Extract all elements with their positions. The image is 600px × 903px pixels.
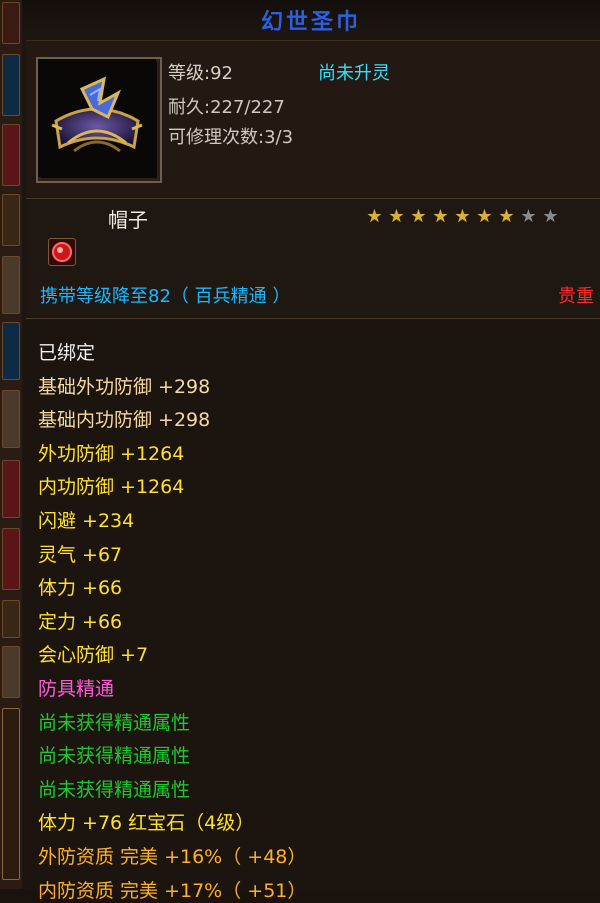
precious-label: 贵重 xyxy=(558,286,594,307)
durability: 耐久:227/227 xyxy=(168,97,285,118)
inventory-slot[interactable] xyxy=(2,124,20,186)
inventory-slot[interactable] xyxy=(2,708,20,880)
inventory-slot[interactable] xyxy=(2,54,20,116)
star-empty-icon: ★ xyxy=(542,206,560,227)
divider xyxy=(26,198,600,199)
headband-icon xyxy=(38,59,156,177)
property-line: 外功防御 +1264 xyxy=(38,442,185,465)
divider xyxy=(26,318,600,319)
property-line: 已绑定 xyxy=(38,342,96,364)
property-line: 定力 +66 xyxy=(38,610,123,633)
inventory-slot[interactable] xyxy=(2,600,20,638)
ruby-gem-icon xyxy=(52,242,72,262)
item-header: 等级:92 尚未升灵 耐久:227/227 可修理次数:3/3 xyxy=(26,40,600,197)
property-line: 外防资质 完美 +16%（ +48） xyxy=(38,846,307,868)
item-subheader: 帽子 ★ ★ ★ ★ ★ ★ ★ ★ ★ 携带等级降至82（ 百兵精通 ） 贵重 xyxy=(26,200,600,316)
property-line: 体力 +76 红宝石（4级） xyxy=(38,812,255,835)
item-icon-frame xyxy=(36,57,162,183)
property-line: 基础外功防御 +298 xyxy=(38,375,211,398)
carry-level-text: 携带等级降至82（ 百兵精通 ） xyxy=(40,286,291,307)
inventory-slot[interactable] xyxy=(2,528,20,590)
star-filled-icon: ★ xyxy=(366,206,384,227)
property-line: 会心防御 +7 xyxy=(38,644,149,667)
property-line: 闪避 +234 xyxy=(38,510,135,532)
star-filled-icon: ★ xyxy=(410,206,428,227)
left-inventory-strip xyxy=(0,0,24,889)
inventory-slot[interactable] xyxy=(2,194,20,246)
item-type: 帽子 xyxy=(108,208,148,232)
property-line: 尚未获得精通属性 xyxy=(38,711,191,734)
star-filled-icon: ★ xyxy=(476,206,494,227)
property-line: 尚未获得精通属性 xyxy=(38,778,191,801)
item-name: 幻世圣巾 xyxy=(260,10,361,35)
property-line: 尚未获得精通属性 xyxy=(38,745,191,768)
inventory-slot[interactable] xyxy=(2,460,20,518)
inventory-slot[interactable] xyxy=(2,256,20,314)
star-filled-icon: ★ xyxy=(388,206,406,227)
inventory-slot[interactable] xyxy=(2,646,20,698)
property-line: 体力 +66 xyxy=(38,577,123,600)
property-line: 基础内功防御 +298 xyxy=(38,409,211,432)
property-line: 内防资质 完美 +17%（ +51） xyxy=(38,879,307,902)
star-filled-icon: ★ xyxy=(432,206,450,227)
gem-socket-icon[interactable] xyxy=(48,238,76,266)
property-line: 防具精通 xyxy=(38,678,115,700)
inventory-slot[interactable] xyxy=(2,390,20,448)
star-rating: ★ ★ ★ ★ ★ ★ ★ ★ ★ xyxy=(364,206,562,227)
property-line: 灵气 +67 xyxy=(38,543,123,566)
item-level: 等级:92 xyxy=(168,63,233,84)
star-filled-icon: ★ xyxy=(454,206,472,227)
star-empty-icon: ★ xyxy=(520,206,538,227)
star-filled-icon: ★ xyxy=(498,206,516,227)
repair-count: 可修理次数:3/3 xyxy=(168,127,294,148)
inventory-slot[interactable] xyxy=(2,322,20,380)
title-bar: 幻世圣巾 xyxy=(22,0,600,36)
item-properties: 已绑定基础外功防御 +298 基础内功防御 +298 外功防御 +1264 内功防御 … xyxy=(26,320,600,902)
property-line: 内功防御 +1264 xyxy=(38,476,185,499)
item-tooltip-panel: 幻世圣巾 等级:92 尚未升灵 耐久:227/227 可修理次数:3/3 帽子 … xyxy=(22,0,600,902)
inventory-slot[interactable] xyxy=(2,2,20,44)
spirit-status: 尚未升灵 xyxy=(318,63,390,84)
